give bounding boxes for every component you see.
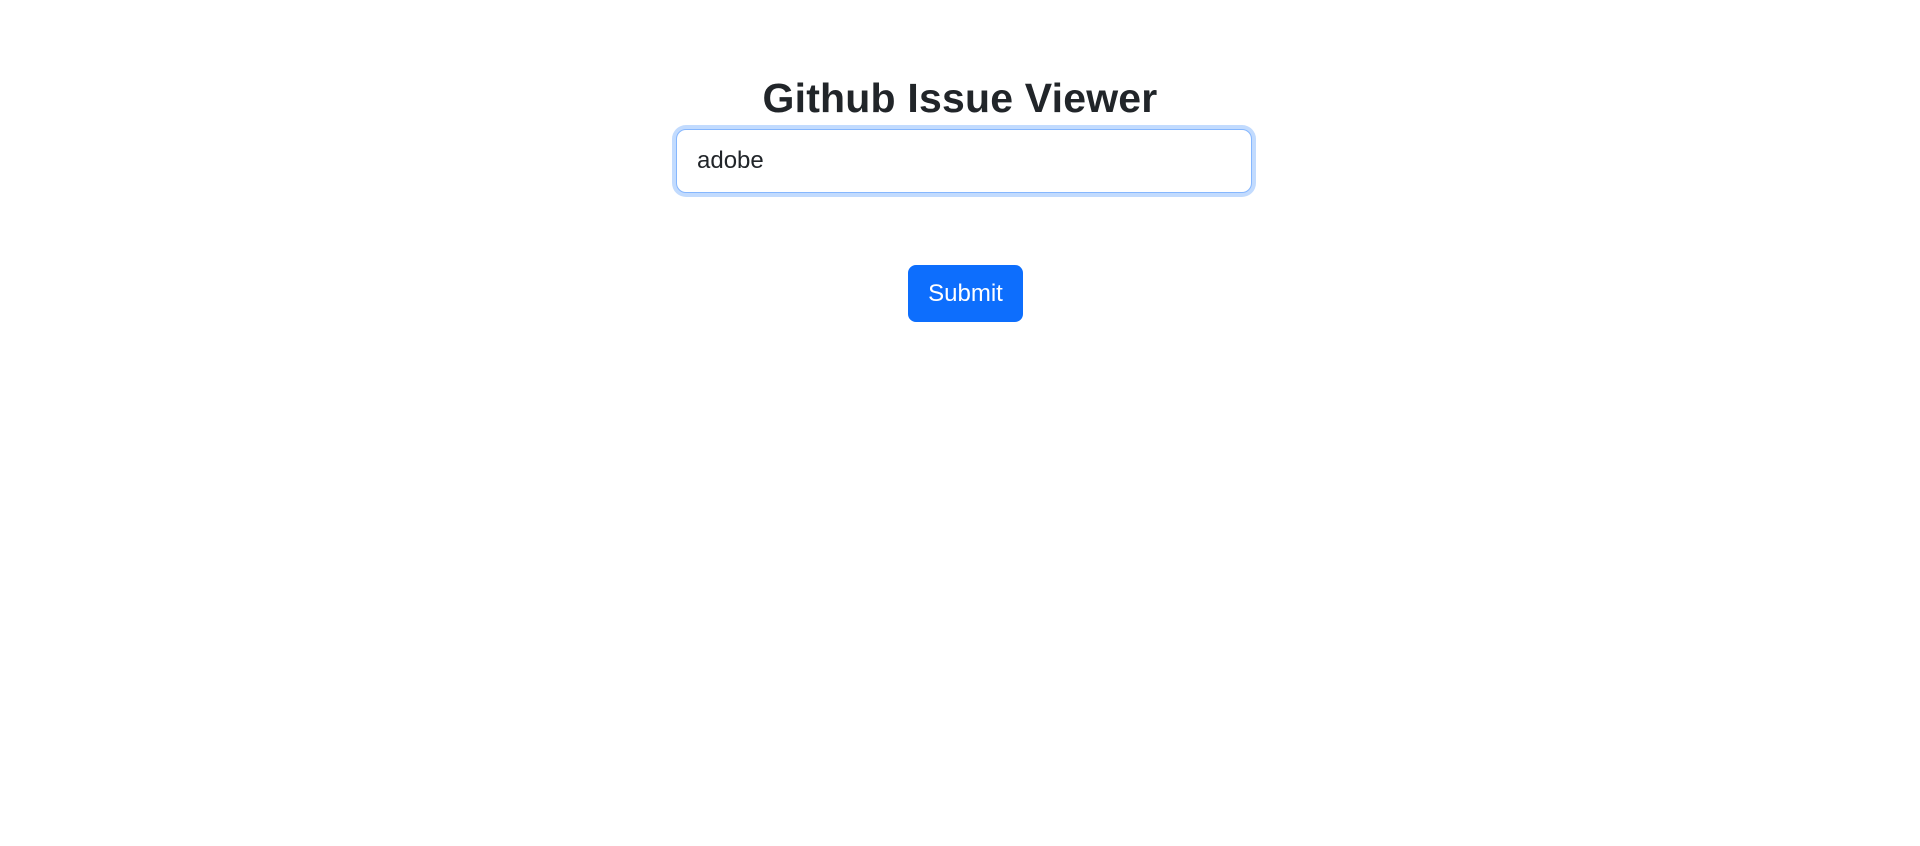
page: Github Issue Viewer Submit	[0, 0, 1920, 846]
submit-button[interactable]: Submit	[908, 265, 1023, 322]
page-title: Github Issue Viewer	[762, 75, 1158, 121]
search-field-wrapper[interactable]	[676, 129, 1252, 193]
search-input[interactable]	[697, 130, 1231, 192]
